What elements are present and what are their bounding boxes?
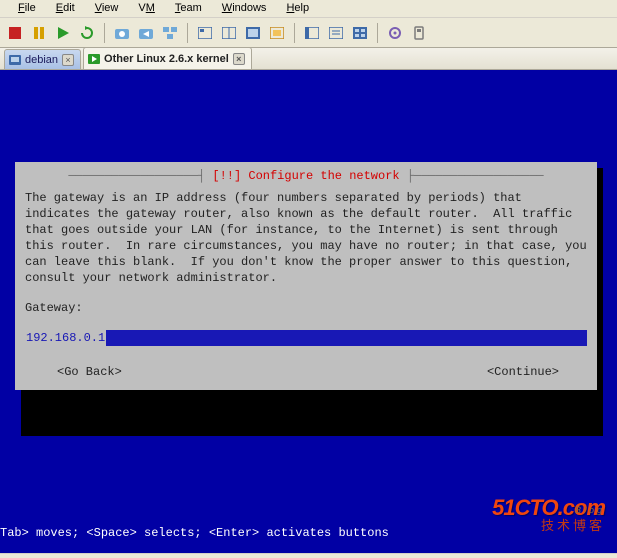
menu-team[interactable]: Team	[165, 0, 212, 17]
snapshot-manager-button[interactable]	[159, 22, 181, 44]
dialog-body-text: The gateway is an IP address (four numbe…	[25, 190, 587, 286]
stop-button[interactable]	[4, 22, 26, 44]
inventory-button[interactable]	[384, 22, 406, 44]
watermark: 51CTO.com 技术博客 Blog	[492, 496, 605, 533]
tabbar: debian × Other Linux 2.6.x kernel ×	[0, 48, 617, 70]
tab-close-button[interactable]: ×	[62, 54, 74, 66]
menu-help[interactable]: Help	[276, 0, 319, 17]
summary-button[interactable]	[325, 22, 347, 44]
separator	[104, 23, 105, 43]
removable-devices-button[interactable]	[408, 22, 430, 44]
tab-label: Other Linux 2.6.x kernel	[104, 53, 229, 65]
dialog-buttons: <Go Back> <Continue>	[25, 364, 587, 380]
fullscreen-button[interactable]	[242, 22, 264, 44]
separator	[377, 23, 378, 43]
tab-debian[interactable]: debian ×	[4, 49, 81, 69]
toolbar	[0, 18, 617, 48]
show-console-button[interactable]	[194, 22, 216, 44]
watermark-line2: 技术博客 Blog	[492, 519, 605, 533]
gateway-input-line[interactable]: 192.168.0.1	[25, 330, 587, 346]
quick-switch-button[interactable]	[218, 22, 240, 44]
sidebar-button[interactable]	[301, 22, 323, 44]
appliance-view-button[interactable]	[349, 22, 371, 44]
tab-close-button[interactable]: ×	[233, 53, 245, 65]
dialog-frame: ──────────────────┤ [!!] Configure the n…	[15, 162, 602, 390]
dialog-header: ──────────────────┤ [!!] Configure the n…	[25, 168, 587, 184]
vm-console[interactable]: ──────────────────┤ [!!] Configure the n…	[0, 70, 617, 553]
configure-network-dialog: ──────────────────┤ [!!] Configure the n…	[15, 162, 597, 390]
separator	[294, 23, 295, 43]
dialog-title: [!!] Configure the network	[212, 169, 399, 183]
go-back-button[interactable]: <Go Back>	[57, 364, 122, 380]
separator	[187, 23, 188, 43]
pause-button[interactable]	[28, 22, 50, 44]
header-rule-right: ├──────────────────	[400, 169, 544, 183]
tab-label: debian	[25, 54, 58, 66]
tab-other-linux[interactable]: Other Linux 2.6.x kernel ×	[83, 47, 252, 69]
snapshot-button[interactable]	[111, 22, 133, 44]
menu-vm[interactable]: VM	[128, 0, 165, 17]
gateway-prompt: Gateway:	[25, 300, 587, 316]
menu-file[interactable]: File	[8, 0, 46, 17]
play-button[interactable]	[52, 22, 74, 44]
menu-view[interactable]: View	[85, 0, 129, 17]
vm-icon	[9, 54, 21, 66]
reset-button[interactable]	[76, 22, 98, 44]
unity-button[interactable]	[266, 22, 288, 44]
menu-windows[interactable]: Windows	[212, 0, 277, 17]
menu-edit[interactable]: Edit	[46, 0, 85, 17]
revert-snapshot-button[interactable]	[135, 22, 157, 44]
header-rule-left: ──────────────────┤	[68, 169, 212, 183]
menubar: File Edit View VM Team Windows Help	[0, 0, 617, 18]
continue-button[interactable]: <Continue>	[487, 364, 559, 380]
watermark-blog: Blog	[575, 506, 605, 515]
vm-on-icon	[88, 53, 100, 65]
statusbar	[0, 553, 617, 558]
gateway-input[interactable]: 192.168.0.1	[25, 330, 106, 346]
